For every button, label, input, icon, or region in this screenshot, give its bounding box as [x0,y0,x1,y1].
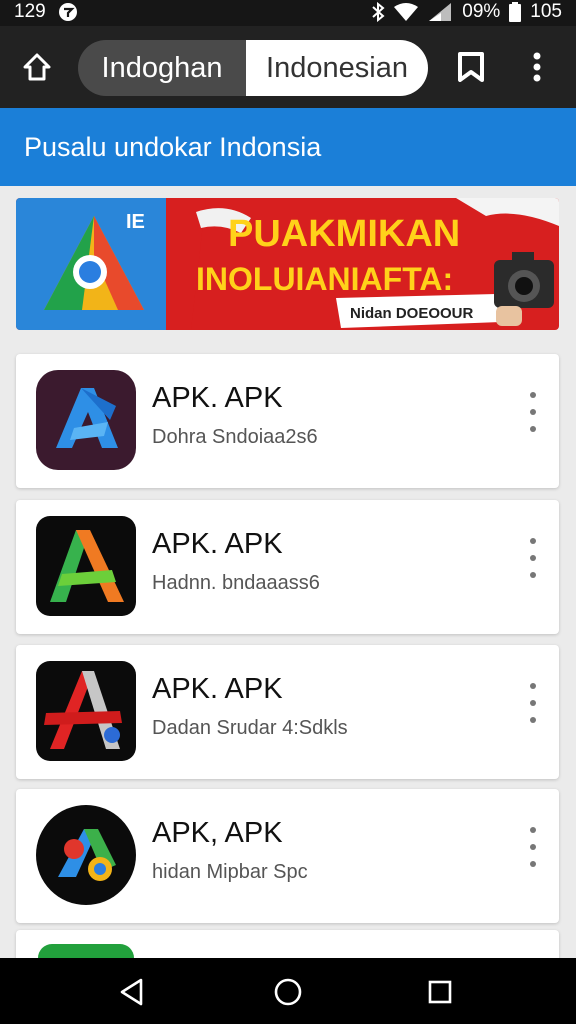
app-name: APK. APK [152,528,283,560]
green-orange-a-icon [36,516,136,616]
app-name: APK. APK [152,673,283,705]
app-description: Hadnn. bndaaass6 [152,572,320,594]
status-right: 09% 105 [371,1,562,23]
app-description: hidan Mipbar Spc [152,861,308,883]
battery-icon [509,2,522,22]
back-button[interactable] [112,972,152,1012]
colorful-circle-icon [36,805,136,905]
more-vert-icon[interactable] [525,683,541,723]
battery-percent: 09% [462,1,501,22]
toolbar: Indoghan Indonesian [0,26,576,108]
banner-graphic: IE PUAKMIKAN INOLUIANIAFTA: Nidan DOEOOU… [16,198,559,330]
signal-icon [427,2,453,22]
app-description: Dadan Srudar 4:Sdkls [152,717,348,739]
recents-icon [428,980,452,1004]
page-subheader: Pusalu undokar Indonsia [0,108,576,186]
wifi-icon [394,2,419,22]
home-button[interactable] [18,48,56,86]
blue-a-icon [36,370,136,470]
app-name: APK. APK [152,382,283,414]
banner-caption: Nidan DOEOOUR [350,305,474,322]
status-left: 129 [14,1,78,23]
app-name: APK, APK [152,817,283,849]
app-card-2[interactable]: APK. APK Hadnn. bndaaass6 [16,500,559,634]
app-card-1[interactable]: APK. APK Dohra Sndoiaa2s6 [16,354,559,488]
language-option-source[interactable]: Indoghan [78,40,246,96]
banner-headline-1: PUAKMIKAN [228,213,460,255]
banner-corner-text: IE [126,211,145,233]
promo-banner[interactable]: IE PUAKMIKAN INOLUIANIAFTA: Nidan DOEOOU… [16,198,559,330]
notification-icon [58,2,78,22]
app-description: Dohra Sndoiaa2s6 [152,426,318,448]
language-toggle: Indoghan Indonesian [78,40,428,96]
subheader-title: Pusalu undokar Indonsia [24,131,322,162]
home-nav-button[interactable] [268,972,308,1012]
banner-headline-2: INOLUIANIAFTA: [196,261,453,297]
status-time: 129 [14,1,46,22]
more-vert-icon[interactable] [525,827,541,867]
red-a-icon [36,661,136,761]
more-vert-icon[interactable] [525,538,541,578]
overflow-menu-button[interactable] [520,48,554,86]
more-vert-icon [533,52,541,82]
app-card-3[interactable]: APK. APK Dadan Srudar 4:Sdkls [16,645,559,779]
language-option-target[interactable]: Indonesian [246,40,428,96]
status-right-time: 105 [530,1,562,22]
status-bar: 129 09% 105 [0,0,576,26]
bluetooth-icon [371,2,385,22]
bookmark-button[interactable] [452,48,490,86]
system-nav-bar [0,958,576,1024]
home-circle-icon [274,978,302,1006]
recents-button[interactable] [420,972,460,1012]
more-vert-icon[interactable] [525,392,541,432]
bookmark-icon [458,52,484,82]
home-icon [23,53,51,81]
back-icon [120,978,143,1006]
app-card-4[interactable]: APK, APK hidan Mipbar Spc [16,789,559,923]
